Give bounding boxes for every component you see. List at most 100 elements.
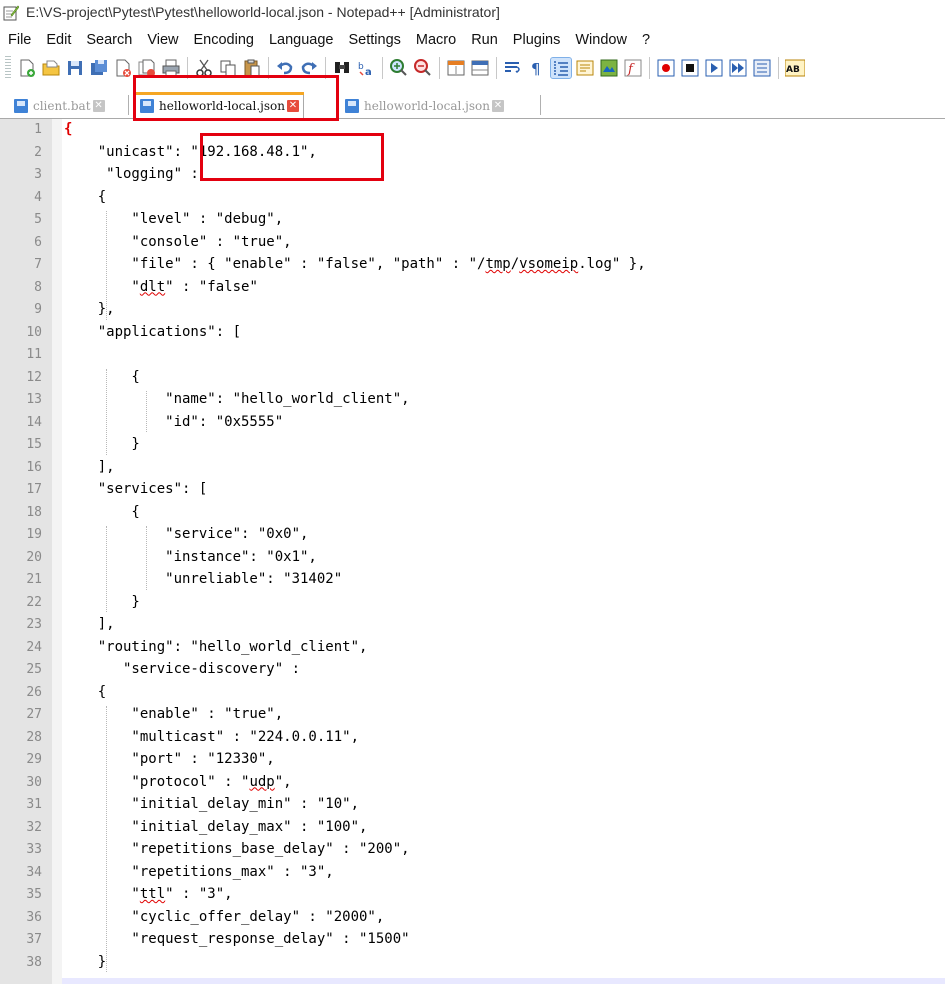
menu-help[interactable]: ?: [634, 32, 657, 48]
sync-vertical-icon[interactable]: [446, 58, 466, 78]
tab-client-bat[interactable]: client.bat ✕: [10, 95, 105, 117]
code-line[interactable]: 35 "ttl" : "3",: [0, 884, 945, 907]
function-list-icon[interactable]: f: [623, 58, 643, 78]
spellcheck-icon[interactable]: AB: [785, 58, 805, 78]
line-number: 26: [26, 684, 42, 700]
code-line[interactable]: 36 "cyclic_offer_delay" : "2000",: [0, 907, 945, 930]
code-line[interactable]: 2 "unicast": "192.168.48.1",: [0, 142, 945, 165]
print-icon[interactable]: [161, 58, 181, 78]
code-line[interactable]: 31 "initial_delay_min" : "10",: [0, 794, 945, 817]
find-icon[interactable]: [332, 58, 352, 78]
code-line[interactable]: 26 {: [0, 682, 945, 705]
close-tab-icon[interactable]: ✕: [92, 100, 105, 112]
code-line[interactable]: 3 "logging" :: [0, 164, 945, 187]
code-line[interactable]: 30 "protocol" : "udp",: [0, 772, 945, 795]
code-line[interactable]: 15 }: [0, 434, 945, 457]
close-tab-icon[interactable]: ✕: [491, 100, 504, 112]
menu-encoding[interactable]: Encoding: [186, 32, 261, 48]
word-wrap-icon[interactable]: [503, 58, 523, 78]
show-all-chars-icon[interactable]: ¶: [527, 58, 547, 78]
code-line[interactable]: 19 "service": "0x0",: [0, 524, 945, 547]
code-line[interactable]: 28 "multicast" : "224.0.0.11",: [0, 727, 945, 750]
code-text: "service-discovery" :: [64, 661, 301, 677]
code-line[interactable]: 27 "enable" : "true",: [0, 704, 945, 727]
tab-helloworld-local-json[interactable]: helloworld-local.json ✕: [341, 95, 504, 117]
line-number: 21: [26, 572, 42, 587]
user-lang-icon[interactable]: [575, 58, 595, 78]
code-line[interactable]: 34 "repetitions_max" : "3",: [0, 862, 945, 885]
code-line[interactable]: 9 },: [0, 299, 945, 322]
code-line[interactable]: 32 "initial_delay_max" : "100",: [0, 817, 945, 840]
menu-plugins[interactable]: Plugins: [505, 32, 568, 48]
code-line[interactable]: 4 {: [0, 187, 945, 210]
play-macro-icon[interactable]: [704, 58, 724, 78]
editor[interactable]: 1{2 "unicast": "192.168.48.1", 3 "logging…: [0, 119, 945, 984]
code-line[interactable]: 23 ],: [0, 614, 945, 637]
menu-macro[interactable]: Macro: [408, 32, 463, 48]
new-file-icon[interactable]: [17, 58, 37, 78]
code-line[interactable]: 33 "repetitions_base_delay" : "200",: [0, 839, 945, 862]
code-line[interactable]: 17 "services": [: [0, 479, 945, 502]
code-line[interactable]: 29 "port" : "12330",: [0, 749, 945, 772]
saved-file-icon: [14, 99, 28, 113]
indent-guide: [146, 526, 148, 590]
code-line[interactable]: 10 "applications": [: [0, 322, 945, 345]
doc-map-icon[interactable]: [599, 58, 619, 78]
code-line[interactable]: 1{: [0, 119, 945, 142]
redo-icon[interactable]: [299, 58, 319, 78]
code-line[interactable]: 7 "file" : { "enable" : "false", "path" …: [0, 254, 945, 277]
menu-file[interactable]: File: [0, 32, 38, 48]
save-icon[interactable]: [65, 58, 85, 78]
indent-guide-icon[interactable]: [550, 57, 572, 79]
close-icon[interactable]: [113, 58, 133, 78]
code-line[interactable]: 13 "name": "hello_world_client",: [0, 389, 945, 412]
paste-icon[interactable]: [242, 58, 262, 78]
code-text: }: [64, 593, 140, 610]
zoom-in-icon[interactable]: [389, 58, 409, 78]
indent-guide: [106, 211, 108, 320]
menu-window[interactable]: Window: [567, 32, 634, 48]
tab-label: client.bat: [33, 99, 91, 113]
code-line[interactable]: 22 }: [0, 592, 945, 615]
code-line[interactable]: 5 "level" : "debug",: [0, 209, 945, 232]
toolbar-grip[interactable]: [5, 56, 11, 80]
code-line[interactable]: 8 "dlt" : "false": [0, 277, 945, 300]
code-line[interactable]: 20 "instance": "0x1",: [0, 547, 945, 570]
code-line[interactable]: 21 "unreliable": "31402": [0, 569, 945, 592]
menu-run[interactable]: Run: [463, 32, 505, 48]
record-macro-icon[interactable]: [656, 58, 676, 78]
code-line[interactable]: 11: [0, 344, 945, 367]
code-text: {: [64, 121, 73, 137]
tab-helloworld-local-json-active[interactable]: helloworld-local.json ✕: [135, 92, 304, 119]
code-line[interactable]: 16 ],: [0, 457, 945, 480]
close-tab-icon[interactable]: ✕: [286, 100, 299, 112]
cut-icon[interactable]: [194, 58, 214, 78]
code-line[interactable]: 37 "request_response_delay" : "1500": [0, 929, 945, 952]
menu-settings[interactable]: Settings: [340, 32, 407, 48]
spellcheck-squiggle: vsomeip: [519, 256, 579, 272]
menu-edit[interactable]: Edit: [38, 32, 78, 48]
zoom-out-icon[interactable]: [413, 58, 433, 78]
menu-language[interactable]: Language: [261, 32, 341, 48]
code-line[interactable]: 14 "id": "0x5555": [0, 412, 945, 435]
menu-search[interactable]: Search: [78, 32, 139, 48]
run-macro-multiple-icon[interactable]: [728, 58, 748, 78]
code-text: "unicast": "192.168.48.1",: [64, 143, 317, 160]
copy-icon[interactable]: [218, 58, 238, 78]
replace-icon[interactable]: ba: [356, 58, 376, 78]
sync-horizontal-icon[interactable]: [470, 58, 490, 78]
code-line[interactable]: 24 "routing": "hello_world_client",: [0, 637, 945, 660]
code-line[interactable]: 6 "console" : "true",: [0, 232, 945, 255]
open-file-icon[interactable]: [41, 58, 61, 78]
undo-icon[interactable]: [275, 58, 295, 78]
menu-view[interactable]: View: [139, 32, 185, 48]
save-macro-icon[interactable]: [752, 58, 772, 78]
code-line[interactable]: 25 "service-discovery" :: [0, 659, 945, 682]
save-all-icon[interactable]: [89, 58, 109, 78]
close-all-icon[interactable]: [137, 58, 157, 78]
code-line[interactable]: 18 {: [0, 502, 945, 525]
code-line[interactable]: 38 }: [0, 952, 945, 975]
stop-macro-icon[interactable]: [680, 58, 700, 78]
tab-label: helloworld-local.json: [364, 99, 490, 113]
code-line[interactable]: 12 {: [0, 367, 945, 390]
